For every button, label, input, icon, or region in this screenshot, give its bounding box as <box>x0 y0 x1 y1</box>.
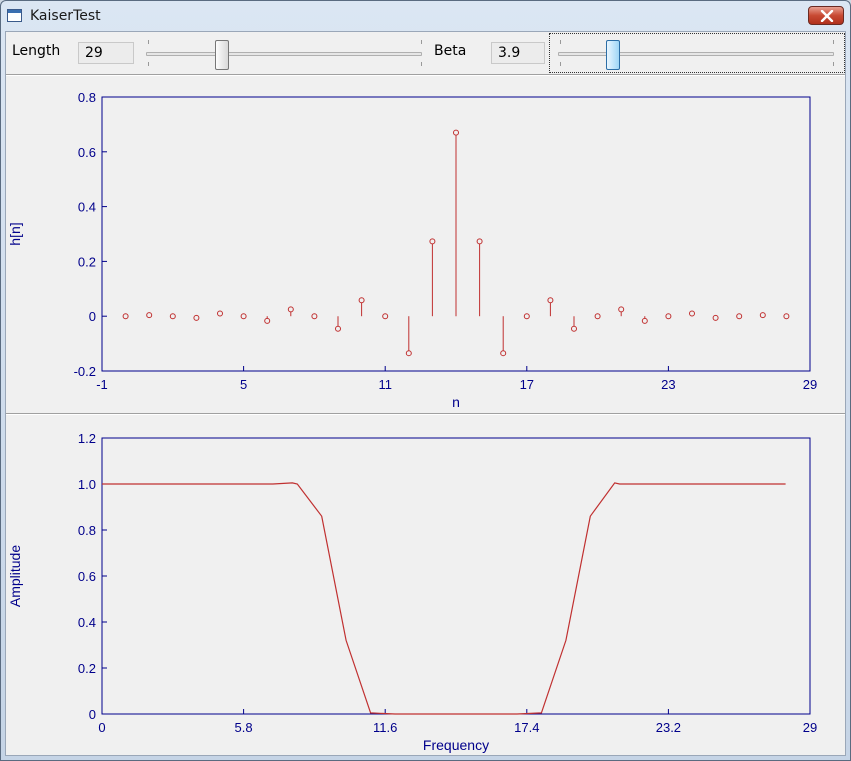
x-tick-label: 5 <box>240 377 247 392</box>
y-tick-label: -0.2 <box>74 364 96 379</box>
stem-marker <box>358 297 365 304</box>
stem-marker <box>759 312 766 319</box>
stem-marker <box>500 350 507 357</box>
y-tick-label: 0.4 <box>78 615 96 630</box>
x-tick-label: -1 <box>96 377 108 392</box>
y-tick-label: 0.4 <box>78 200 96 215</box>
stem-marker <box>429 238 436 245</box>
length-slider-track[interactable] <box>146 52 422 56</box>
window-icon <box>7 9 22 22</box>
x-tick-label: 29 <box>803 377 817 392</box>
stem-marker <box>217 310 223 317</box>
stem-marker <box>618 306 625 313</box>
beta-slider-track[interactable] <box>558 52 834 56</box>
y-tick-label: 1.2 <box>78 431 96 446</box>
y-tick-label: 0 <box>89 707 96 722</box>
x-tick-label: 17.4 <box>514 720 539 735</box>
main-window: KaiserTest Length 29 Beta 3.9 -1 5 11 17… <box>0 0 851 761</box>
stem-marker <box>736 313 743 320</box>
stem-marker <box>122 313 129 320</box>
y-tick-label: 0.8 <box>78 523 96 538</box>
y-tick-label: 0.2 <box>78 254 96 269</box>
x-axis-label: Frequency <box>423 737 489 753</box>
y-tick-label: 0.2 <box>78 661 96 676</box>
close-icon <box>820 10 834 22</box>
length-value-box[interactable]: 29 <box>78 42 134 64</box>
y-tick-label: 0.6 <box>78 569 96 584</box>
x-tick-label: 23.2 <box>656 720 681 735</box>
y-tick-label: 0 <box>89 309 96 324</box>
stem-marker <box>547 297 554 304</box>
length-label: Length <box>12 43 61 59</box>
close-button[interactable] <box>808 6 844 25</box>
x-tick-label: 23 <box>661 377 675 392</box>
stem-marker <box>712 314 719 321</box>
stem-marker <box>523 313 530 320</box>
stem-marker <box>453 129 459 136</box>
stem-marker <box>169 313 176 320</box>
window-title: KaiserTest <box>30 8 101 24</box>
x-tick-label: 29 <box>803 720 817 735</box>
length-slider-thumb[interactable] <box>215 40 230 70</box>
stem-marker <box>594 313 601 320</box>
frequency-response-chart: 0 5.8 11.6 17.4 23.2 29 0 0.2 0.4 0.6 0.8 1.0 1.2 Fre… <box>7 431 817 753</box>
beta-value-box[interactable]: 3.9 <box>491 42 545 64</box>
stem-marker <box>193 314 200 321</box>
stem-marker <box>311 313 318 320</box>
beta-slider-thumb[interactable] <box>606 40 621 70</box>
client-area: Length 29 Beta 3.9 -1 5 11 17 23 29 -0.2 0 0.2 0.… <box>5 31 846 756</box>
beta-label: Beta <box>434 43 467 59</box>
impulse-response-chart: -1 5 11 17 23 29 -0.2 0 0.2 0.4 0.6 0.8 n h[n] <box>7 90 817 410</box>
y-tick-label: 0.6 <box>78 145 96 160</box>
plot-frame <box>101 437 811 715</box>
title-bar[interactable]: KaiserTest <box>1 1 850 31</box>
stem-marker <box>264 317 271 324</box>
x-tick-label: 11.6 <box>373 720 397 735</box>
x-tick-label: 0 <box>98 720 105 735</box>
y-tick-label: 0.8 <box>78 90 96 105</box>
chart-divider <box>6 413 845 415</box>
x-axis-label: n <box>452 394 460 410</box>
stem-marker <box>571 325 577 332</box>
stem-marker <box>335 325 341 332</box>
y-axis-label: h[n] <box>7 222 23 245</box>
stem-marker <box>665 313 672 320</box>
x-tick-label: 11 <box>378 377 392 392</box>
y-axis-label: Amplitude <box>7 545 23 607</box>
stem-marker <box>641 317 648 324</box>
stem-marker <box>146 312 153 319</box>
x-tick-label: 17 <box>520 377 534 392</box>
stem-marker <box>405 350 412 357</box>
stem-marker <box>476 238 483 245</box>
x-tick-label: 5.8 <box>235 720 253 735</box>
stem-marker <box>689 310 695 317</box>
stem-marker <box>382 313 389 320</box>
y-tick-label: 1.0 <box>78 477 96 492</box>
stem-marker <box>240 313 247 320</box>
amplitude-line <box>102 482 786 715</box>
stem-marker <box>287 306 294 313</box>
stem-marker <box>783 313 790 320</box>
